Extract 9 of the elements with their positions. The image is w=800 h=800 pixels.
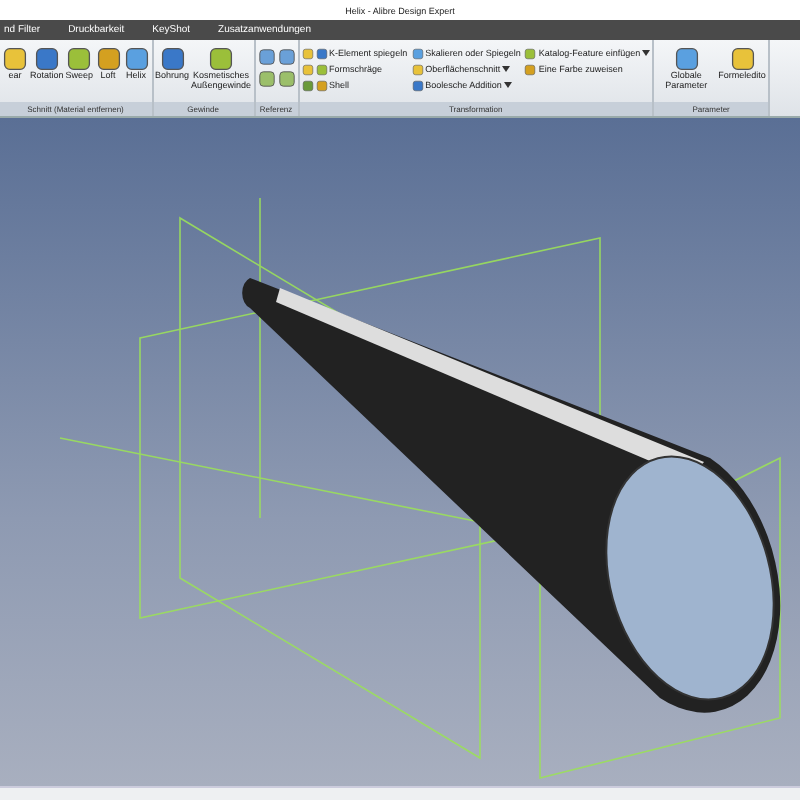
feature-icon xyxy=(673,46,700,72)
feature-icon xyxy=(33,46,60,72)
feature-icon xyxy=(123,46,150,72)
feature-icon xyxy=(95,46,122,72)
feature-icon xyxy=(159,46,186,72)
feature-icon xyxy=(2,46,28,72)
feature-icon xyxy=(208,46,235,72)
feature-icon xyxy=(729,46,756,72)
feature-icon xyxy=(66,46,93,72)
